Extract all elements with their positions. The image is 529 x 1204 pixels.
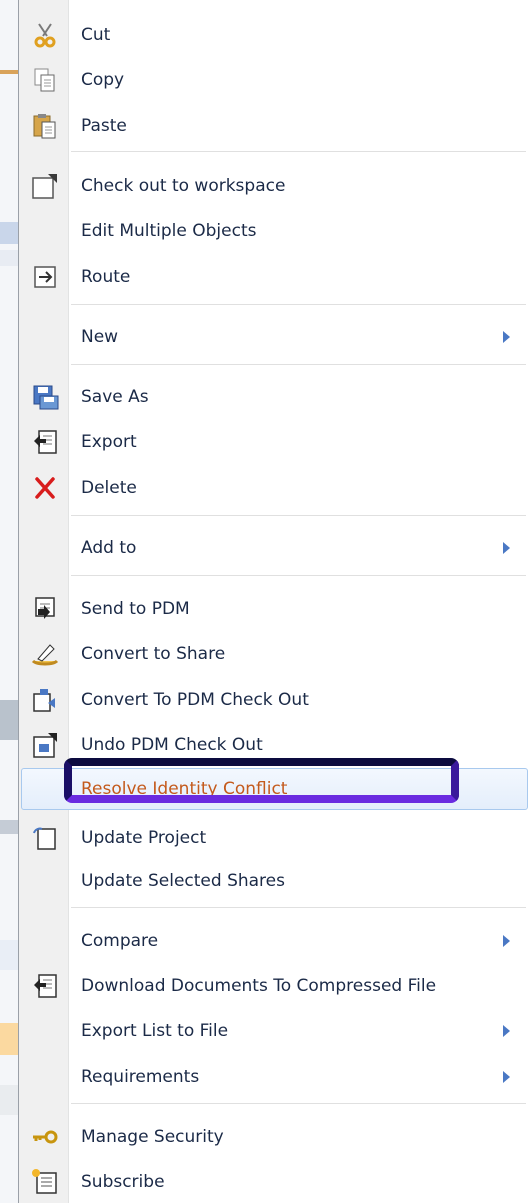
key-icon: [30, 1122, 60, 1152]
delete-icon: [30, 473, 60, 503]
menu-item-subscribe[interactable]: Subscribe: [19, 1160, 529, 1204]
menu-item-export[interactable]: Export: [19, 420, 529, 464]
submenu-arrow-icon: [503, 1071, 510, 1083]
scissors-icon: [30, 20, 60, 50]
send-to-pdm-icon: [30, 594, 60, 624]
menu-item-check-out-to-workspace[interactable]: Check out to workspace: [19, 164, 529, 208]
save-as-icon: [30, 382, 60, 412]
menu-item-label: Undo PDM Check Out: [81, 735, 263, 755]
menu-separator: [71, 304, 526, 305]
background-fragment: [0, 1085, 18, 1115]
menu-item-label: Send to PDM: [81, 599, 190, 619]
menu-item-delete[interactable]: Delete: [19, 466, 529, 510]
route-icon: [30, 262, 60, 292]
copy-icon: [30, 65, 60, 95]
menu-item-update-project[interactable]: Update Project: [19, 816, 529, 860]
menu-item-label: Convert To PDM Check Out: [81, 690, 309, 710]
background-fragment: [0, 700, 18, 740]
submenu-arrow-icon: [503, 935, 510, 947]
menu-separator: [71, 907, 526, 908]
menu-separator: [71, 575, 526, 576]
menu-item-label: Download Documents To Compressed File: [81, 976, 437, 996]
menu-item-label: Delete: [81, 478, 137, 498]
menu-item-label: Export List to File: [81, 1021, 229, 1041]
menu-item-label: Route: [81, 267, 131, 287]
menu-item-label: Check out to workspace: [81, 176, 286, 196]
menu-item-cut[interactable]: Cut: [19, 13, 529, 57]
menu-item-manage-security[interactable]: Manage Security: [19, 1115, 529, 1159]
menu-item-label: Manage Security: [81, 1127, 224, 1147]
menu-item-export-list-to-file[interactable]: Export List to File: [19, 1009, 529, 1053]
submenu-arrow-icon: [503, 1025, 510, 1037]
menu-item-label: Update Project: [81, 828, 207, 848]
checkout-icon: [30, 171, 60, 201]
menu-item-label: Requirements: [81, 1067, 200, 1087]
menu-item-route[interactable]: Route: [19, 255, 529, 299]
background-fragment: [0, 250, 18, 266]
subscribe-icon: [30, 1167, 60, 1197]
export-icon: [30, 427, 60, 457]
menu-item-label: Compare: [81, 931, 159, 951]
convert-to-pdm-icon: [30, 685, 60, 715]
paste-icon: [30, 111, 60, 141]
background-window: [0, 0, 18, 1203]
menu-item-label: Subscribe: [81, 1172, 165, 1192]
menu-item-label: Update Selected Shares: [81, 871, 285, 891]
menu-item-compare[interactable]: Compare: [19, 919, 529, 963]
highlight-callout-box: [64, 758, 459, 803]
submenu-arrow-icon: [503, 542, 510, 554]
menu-item-label: Add to: [81, 538, 137, 558]
menu-item-requirements[interactable]: Requirements: [19, 1055, 529, 1099]
background-fragment: [0, 940, 18, 970]
undo-pdm-icon: [30, 730, 60, 760]
menu-item-add-to[interactable]: Add to: [19, 526, 529, 570]
menu-item-label: Edit Multiple Objects: [81, 221, 257, 241]
submenu-arrow-icon: [503, 331, 510, 343]
context-menu: Cut Copy Paste Check out to workspace Ed…: [18, 0, 529, 1203]
menu-item-label: Cut: [81, 25, 111, 45]
menu-item-label: Convert to Share: [81, 644, 226, 664]
menu-item-convert-to-share[interactable]: Convert to Share: [19, 632, 529, 676]
menu-item-label: Copy: [81, 70, 125, 90]
menu-item-new[interactable]: New: [19, 315, 529, 359]
update-project-icon: [30, 823, 60, 853]
menu-separator: [71, 515, 526, 516]
menu-item-edit-multiple-objects[interactable]: Edit Multiple Objects: [19, 209, 529, 253]
menu-item-label: Save As: [81, 387, 149, 407]
menu-item-paste[interactable]: Paste: [19, 104, 529, 148]
menu-item-label: New: [81, 327, 119, 347]
menu-item-copy[interactable]: Copy: [19, 58, 529, 102]
menu-item-label: Export: [81, 432, 137, 452]
menu-item-download-documents[interactable]: Download Documents To Compressed File: [19, 964, 529, 1008]
menu-separator: [71, 1103, 526, 1104]
menu-item-update-selected-shares[interactable]: Update Selected Shares: [19, 859, 529, 903]
background-fragment: [0, 820, 18, 834]
menu-item-convert-to-pdm-check-out[interactable]: Convert To PDM Check Out: [19, 678, 529, 722]
menu-item-label: Paste: [81, 116, 127, 136]
download-icon: [30, 971, 60, 1001]
convert-to-share-icon: [30, 639, 60, 669]
menu-separator: [71, 151, 526, 152]
menu-item-send-to-pdm[interactable]: Send to PDM: [19, 587, 529, 631]
menu-item-save-as[interactable]: Save As: [19, 375, 529, 419]
background-fragment: [0, 222, 18, 244]
menu-separator: [71, 364, 526, 365]
background-fragment: [0, 70, 18, 74]
background-fragment: [0, 1023, 18, 1055]
